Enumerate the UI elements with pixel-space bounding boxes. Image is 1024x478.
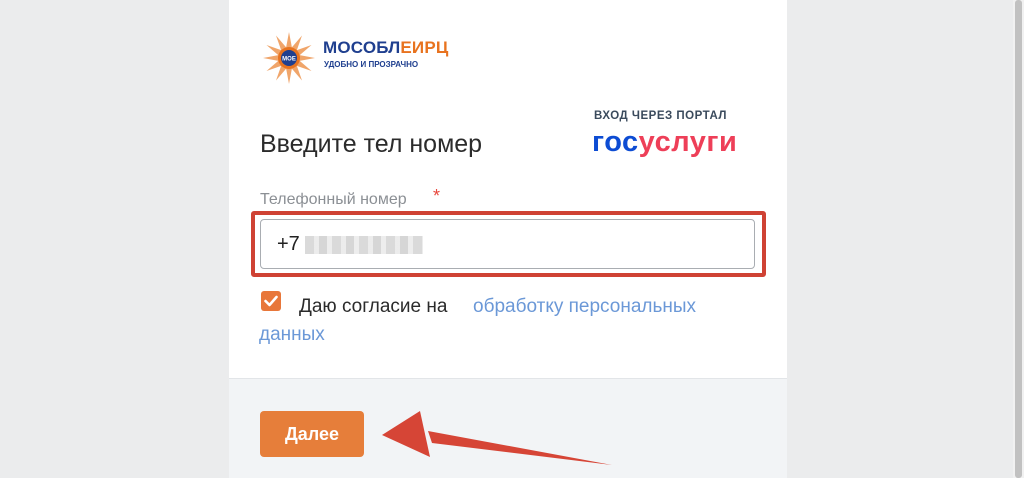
scrollbar-thumb[interactable]	[1015, 0, 1022, 478]
mosobleirc-logo-icon: МОЕ	[263, 32, 315, 84]
gosuslugi-logo-blue: гос	[592, 126, 639, 158]
gosuslugi-logo-red: услуги	[638, 126, 738, 158]
logo-initials: МОЕ	[282, 57, 296, 63]
personal-data-link-cont[interactable]: данных	[259, 321, 325, 349]
brand-name-part1: МОСОБЛ	[323, 38, 401, 57]
gosuslugi-caption[interactable]: ВХОД ЧЕРЕЗ ПОРТАЛ	[594, 110, 727, 122]
personal-data-link[interactable]: обработку персональных	[473, 293, 696, 321]
brand-tagline: УДОБНО И ПРОЗРАЧНО	[324, 60, 419, 69]
phone-input-highlight	[251, 211, 766, 277]
required-mark: *	[433, 186, 441, 206]
brand-name: МОСОБЛЕИРЦ	[323, 38, 449, 58]
consent-text: Даю согласие на	[299, 296, 448, 317]
page-scrollbar[interactable]	[1013, 0, 1024, 478]
gosuslugi-logo[interactable]: госуслуги	[592, 126, 737, 159]
red-pointer-arrow-icon	[382, 411, 612, 465]
phone-field-label: Телефонный номер	[260, 191, 407, 208]
consent-checkbox[interactable]	[261, 291, 281, 311]
page-title: Введите тел номер	[260, 130, 483, 158]
next-button[interactable]: Далее	[260, 411, 364, 457]
checkmark-icon	[264, 295, 278, 307]
brand-name-part2: ЕИРЦ	[400, 38, 449, 57]
